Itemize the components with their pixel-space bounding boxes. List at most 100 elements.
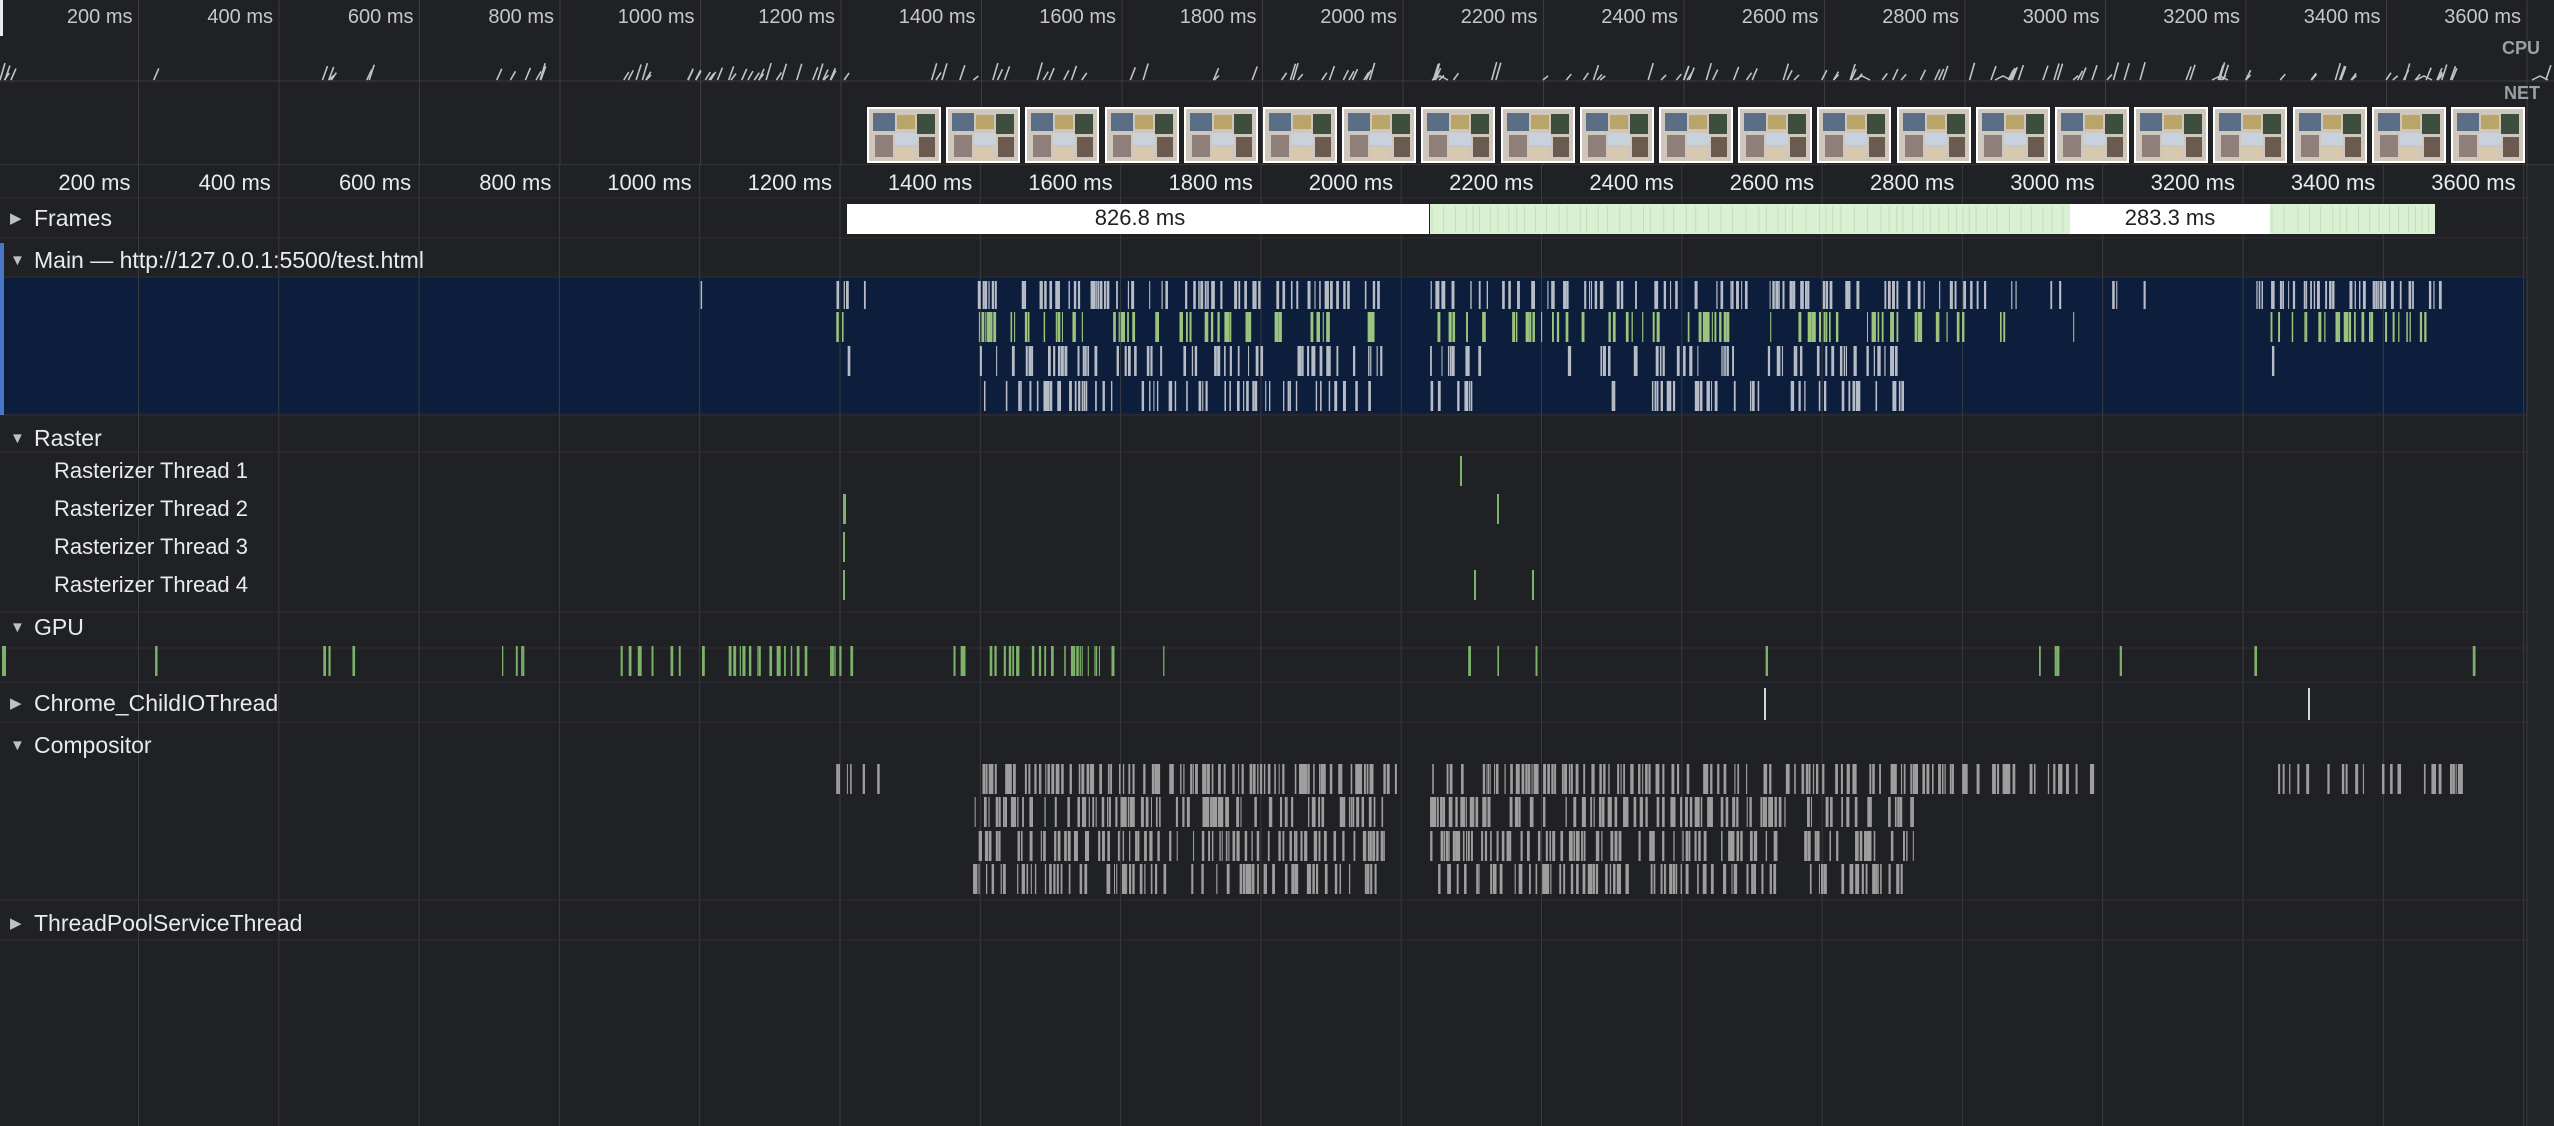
gpu-event — [515, 646, 518, 676]
overview-tick-label: 2600 ms — [1741, 6, 1819, 28]
screenshot-thumbnail[interactable] — [1025, 107, 1100, 163]
compositor-event — [1456, 831, 1459, 861]
screenshot-content — [2399, 133, 2422, 145]
track-threadpool[interactable]: ▶ ThreadPoolServiceThread — [0, 908, 302, 938]
compositor-event — [1086, 831, 1090, 861]
main-thread-event — [1724, 346, 1726, 376]
compositor-event — [2004, 764, 2007, 794]
compositor-event — [1922, 764, 1924, 794]
screenshot-thumbnail[interactable] — [1738, 107, 1813, 163]
expand-arrow-icon[interactable]: ▶ — [10, 209, 30, 227]
compositor-event — [2355, 764, 2359, 794]
main-thread-event — [1564, 281, 1567, 309]
screenshot-thumbnail[interactable] — [2213, 107, 2288, 163]
expand-arrow-icon[interactable]: ▶ — [10, 694, 30, 712]
screenshot-thumbnail[interactable] — [2134, 107, 2209, 163]
compositor-event — [1300, 831, 1303, 861]
compositor-event — [1267, 831, 1270, 861]
compositor-event — [1295, 831, 1298, 861]
screenshot-thumbnail[interactable] — [1342, 107, 1417, 163]
compositor-event — [1009, 764, 1012, 794]
main-thread-event — [1890, 346, 1894, 376]
compositor-event — [2289, 764, 2291, 794]
screenshot-thumbnail[interactable] — [946, 107, 1021, 163]
compositor-event — [850, 764, 852, 794]
expand-arrow-icon[interactable]: ▶ — [10, 914, 30, 932]
compositor-event — [1538, 831, 1541, 861]
screenshot-thumbnail[interactable] — [2451, 107, 2525, 163]
track-raster[interactable]: ▼ Raster — [0, 423, 102, 453]
screenshot-thumbnail[interactable] — [2055, 107, 2129, 163]
compositor-event — [1381, 831, 1383, 861]
track-frames[interactable]: ▶ Frames — [0, 203, 112, 233]
main-thread-event — [1789, 281, 1792, 309]
compositor-event — [1949, 764, 1952, 794]
main-thread-event — [2392, 312, 2395, 342]
screenshot-thumbnail[interactable] — [1500, 107, 1575, 163]
gpu-event — [1096, 646, 1098, 676]
main-thread-event — [2324, 312, 2326, 342]
screenshot-thumbnail[interactable] — [1975, 107, 2050, 163]
compositor-event — [1888, 864, 1891, 894]
compositor-event — [1201, 831, 1205, 861]
screenshot-thumbnail[interactable] — [2371, 107, 2446, 163]
screenshot-thumbnail[interactable] — [2292, 107, 2367, 163]
main-thread-event — [1689, 346, 1692, 376]
compositor-event — [1210, 797, 1212, 827]
main-thread-event — [1376, 346, 1378, 376]
compositor-event — [1737, 764, 1739, 794]
compositor-event — [1440, 797, 1443, 827]
screenshot-content — [2186, 137, 2203, 157]
main-thread-event — [1675, 281, 1678, 309]
main-thread-event — [847, 346, 851, 376]
compositor-event — [2327, 764, 2330, 794]
compositor-event — [2450, 764, 2453, 794]
main-thread-event — [1898, 381, 1901, 411]
collapse-arrow-icon[interactable]: ▼ — [10, 430, 30, 447]
screenshot-thumbnail[interactable] — [1104, 107, 1179, 163]
compositor-event — [1614, 831, 1617, 861]
main-thread-event — [1672, 381, 1676, 411]
main-thread-event — [1954, 281, 1957, 309]
compositor-event — [1475, 797, 1479, 827]
compositor-event — [1677, 764, 1680, 794]
screenshot-thumbnail[interactable] — [1579, 107, 1654, 163]
track-gpu[interactable]: ▼ GPU — [0, 612, 84, 642]
compositor-event — [1965, 764, 1968, 794]
compositor-event — [1205, 797, 1208, 827]
compositor-event — [1671, 797, 1674, 827]
flame-chart-canvas[interactable] — [0, 0, 2554, 1126]
main-thread-event — [1776, 346, 1780, 376]
track-main[interactable]: ▼ Main — http://127.0.0.1:5500/test.html — [0, 245, 424, 275]
compositor-event — [1733, 864, 1737, 894]
screenshot-content — [1825, 135, 1844, 157]
timeline-tick-label: 1200 ms — [747, 170, 832, 195]
compositor-event — [1529, 797, 1532, 827]
compositor-event — [1581, 797, 1584, 827]
screenshot-thumbnail[interactable] — [1896, 107, 1971, 163]
screenshot-thumbnail[interactable] — [1659, 107, 1733, 163]
screenshot-thumbnail[interactable] — [1817, 107, 1892, 163]
main-thread-event — [1081, 312, 1083, 342]
raster-thread-4-label: Rasterizer Thread 4 — [54, 572, 249, 597]
collapse-arrow-icon[interactable]: ▼ — [10, 252, 30, 269]
track-childio[interactable]: ▶ Chrome_ChildIOThread — [0, 688, 278, 718]
main-thread-event — [1368, 346, 1370, 376]
collapse-arrow-icon[interactable]: ▼ — [10, 737, 30, 754]
screenshot-thumbnail[interactable] — [867, 107, 941, 163]
main-thread-event — [1149, 281, 1151, 309]
screenshot-thumbnail[interactable] — [1263, 107, 1337, 163]
main-thread-event — [1775, 281, 1777, 309]
main-thread-event — [1122, 312, 1126, 342]
screenshot-thumbnail[interactable] — [1421, 107, 1496, 163]
compositor-event — [1043, 831, 1045, 861]
compositor-event — [1461, 797, 1464, 827]
main-thread-event — [1866, 312, 1868, 342]
main-thread-event — [1857, 381, 1859, 411]
main-thread-event — [1322, 312, 1324, 342]
collapse-arrow-icon[interactable]: ▼ — [10, 619, 30, 636]
screenshot-thumbnail[interactable] — [1183, 107, 1258, 163]
track-compositor[interactable]: ▼ Compositor — [0, 730, 152, 760]
main-thread-event — [1687, 312, 1690, 342]
raster-event — [1474, 570, 1476, 600]
